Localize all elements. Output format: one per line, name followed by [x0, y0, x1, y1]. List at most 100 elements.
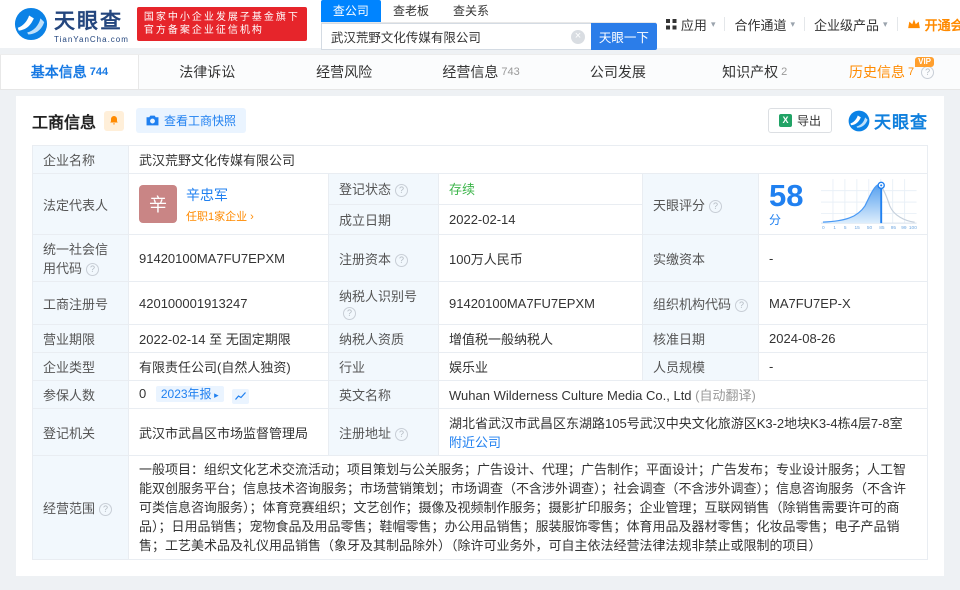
tab-company-development[interactable]: 公司发展 — [549, 55, 686, 89]
field-label: 登记机关 — [32, 408, 129, 456]
table-row: 经营范围 一般项目：组织文化艺术交流活动；项目策划与公关服务；广告设计、代理；广… — [32, 455, 928, 560]
field-label: 行业 — [328, 352, 439, 381]
nav-enterprise-products[interactable]: 企业级产品 ▾ — [805, 15, 897, 34]
nav-cooperation[interactable]: 合作通道 ▾ — [725, 15, 804, 34]
english-name-cell: Wuhan Wilderness Culture Media Co., Ltd … — [438, 380, 928, 409]
table-row: 法定代表人 辛 辛忠军 任职1家企业 登记状态 存续 天眼评分 58分 — [32, 173, 928, 235]
help-icon[interactable] — [86, 263, 100, 276]
avatar[interactable]: 辛 — [139, 185, 177, 223]
field-label: 注册资本 — [328, 234, 439, 282]
help-icon[interactable] — [921, 65, 935, 79]
registered-capital: 100万人民币 — [438, 234, 643, 282]
business-info-card: 工商信息 查看工商快照 X 导出 天眼查 企业名称 武汉荒野文化传媒有限公司 法… — [16, 96, 944, 576]
search-button[interactable]: 天眼一下 — [590, 23, 657, 50]
field-label: 营业期限 — [32, 324, 129, 353]
tianyancha-logo[interactable]: 天眼查 TianYanCha.com — [14, 5, 129, 44]
help-icon[interactable] — [735, 298, 749, 312]
crown-icon — [907, 19, 920, 29]
tab-operation-info[interactable]: 经营信息 743 — [413, 55, 550, 89]
annual-report-link[interactable]: 2023年报 — [155, 386, 224, 402]
svg-text:50: 50 — [867, 225, 873, 230]
top-navigation: 应用▾ 合作通道▾ 企业级产品▾ 开通会员▾ 超级…▾ — [657, 15, 960, 34]
field-label: 人员规模 — [642, 352, 759, 381]
credit-code: 91420100MA7FU7EPXM — [128, 234, 329, 282]
help-icon[interactable] — [99, 503, 113, 516]
field-label: 法定代表人 — [32, 173, 129, 235]
chevron-down-icon: ▾ — [883, 18, 888, 29]
svg-text:85: 85 — [880, 225, 886, 230]
excel-icon: X — [778, 114, 792, 127]
taxpayer-id: 91420100MA7FU7EPXM — [438, 281, 643, 325]
legal-rep-link[interactable]: 辛忠军 — [186, 185, 254, 205]
table-row: 企业名称 武汉荒野文化传媒有限公司 — [32, 145, 928, 174]
bell-icon — [110, 116, 118, 125]
tab-basic-info[interactable]: 基本信息 744 — [0, 55, 139, 89]
svg-text:100: 100 — [909, 225, 917, 230]
tianyancha-logo-icon — [14, 7, 48, 41]
svg-text:0: 0 — [822, 225, 825, 230]
insured-count: 0 — [139, 386, 147, 401]
search-area: 查公司 查老板 查关系 × 天眼一下 — [320, 0, 657, 50]
tab-legal-litigation[interactable]: 法律诉讼 — [139, 55, 276, 89]
field-label: 核准日期 — [642, 324, 759, 353]
svg-text:99: 99 — [902, 225, 908, 230]
field-label: 经营范围 — [32, 455, 129, 560]
search-tab-boss[interactable]: 查老板 — [381, 0, 441, 22]
chevron-down-icon: ▾ — [790, 18, 796, 29]
registration-status: 存续 — [438, 173, 643, 205]
help-icon[interactable] — [395, 184, 409, 198]
field-label: 纳税人资质 — [328, 324, 439, 353]
help-icon[interactable] — [343, 307, 356, 320]
field-label: 组织机构代码 — [642, 281, 759, 325]
field-label: 纳税人识别号 — [328, 281, 439, 325]
establish-date: 2022-02-14 — [438, 203, 643, 235]
trend-chart-icon[interactable] — [232, 389, 250, 404]
search-tab-relation[interactable]: 查关系 — [441, 0, 501, 22]
svg-text:5: 5 — [844, 225, 847, 230]
field-label: 英文名称 — [328, 380, 439, 409]
search-input[interactable] — [320, 23, 591, 50]
tianyancha-mark-icon — [848, 110, 870, 131]
staff-size: - — [758, 352, 928, 381]
nearby-companies-link[interactable]: 附近公司 — [449, 435, 501, 450]
registration-authority: 武汉市武昌区市场监督管理局 — [128, 408, 329, 456]
score-distribution-chart: 0 1 5 15 50 85 95 99 100 — [821, 179, 917, 230]
camera-icon — [146, 115, 159, 126]
tab-intellectual-property[interactable]: 知识产权 2 — [686, 55, 823, 89]
business-scope: 一般项目：组织文化艺术交流活动；项目策划与公关服务；广告设计、代理；广告制作；平… — [128, 455, 928, 560]
company-name: 武汉荒野文化传媒有限公司 — [128, 145, 928, 174]
tab-operation-risk[interactable]: 经营风险 — [276, 55, 413, 89]
vip-badge: VIP — [915, 57, 935, 67]
insured-count-cell: 0 2023年报 — [128, 380, 329, 409]
view-snapshot-button[interactable]: 查看工商快照 — [136, 108, 247, 133]
svg-text:1: 1 — [834, 225, 837, 230]
company-tab-bar: 基本信息 744 法律诉讼 经营风险 经营信息 743 公司发展 知识产权 2 VIP… — [0, 54, 960, 90]
nav-apps[interactable]: 应用 ▾ — [657, 15, 725, 34]
field-label: 工商注册号 — [32, 281, 129, 325]
nav-open-membership[interactable]: 开通会员▾ — [898, 15, 960, 34]
company-type: 有限责任公司(自然人独资) — [128, 352, 329, 381]
search-tab-company[interactable]: 查公司 — [320, 0, 381, 22]
field-label: 实缴资本 — [642, 234, 759, 282]
gov-certification-badge: 国家中小企业发展子基金旗下 官方备案企业征信机构 — [136, 7, 307, 41]
help-icon[interactable] — [395, 427, 409, 441]
tab-history-info[interactable]: VIP 历史信息 7 — [823, 55, 960, 89]
rep-companies-link[interactable]: 任职1家企业 — [186, 208, 254, 224]
help-icon[interactable] — [709, 199, 723, 213]
table-row: 企业类型 有限责任公司(自然人独资) 行业 娱乐业 人员规模 - — [32, 352, 928, 381]
field-label: 成立日期 — [328, 203, 439, 235]
field-label: 天眼评分 — [642, 173, 759, 235]
svg-text:95: 95 — [891, 225, 897, 230]
help-icon[interactable] — [395, 253, 409, 267]
field-label: 统一社会信用代码 — [32, 234, 129, 282]
apps-grid-icon — [665, 18, 677, 30]
taxpayer-qualification: 增值税一般纳税人 — [438, 324, 643, 353]
auto-translate-note: (自动翻译) — [695, 388, 756, 403]
monitor-bell-button[interactable] — [104, 110, 125, 131]
svg-text:15: 15 — [855, 225, 861, 230]
business-info-table: 企业名称 武汉荒野文化传媒有限公司 法定代表人 辛 辛忠军 任职1家企业 登记状… — [32, 145, 928, 560]
chevron-down-icon: ▾ — [710, 18, 716, 29]
export-button[interactable]: X 导出 — [767, 108, 832, 133]
field-label: 企业名称 — [32, 145, 129, 174]
clear-search-icon[interactable]: × — [570, 30, 585, 44]
